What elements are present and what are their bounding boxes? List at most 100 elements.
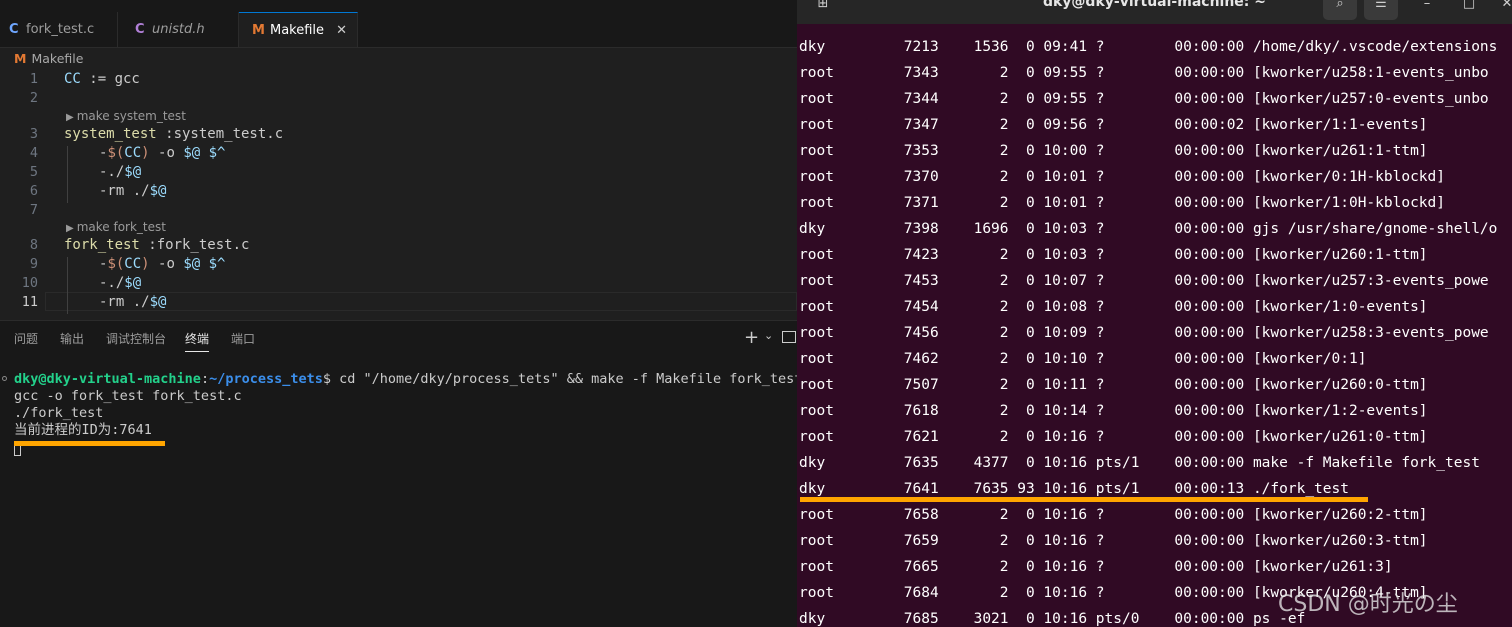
indent-guide bbox=[67, 257, 68, 314]
make-prereq: :fork_test.c bbox=[139, 237, 250, 253]
terminal-output[interactable]: dky@dky-virtual-machine:~/process_tets$ … bbox=[14, 371, 797, 439]
ps-row: root 7453 2 0 10:07 ? 00:00:00 [kworker/… bbox=[799, 273, 1489, 289]
token: $@ bbox=[124, 275, 142, 291]
ps-row: dky 7213 1536 0 09:41 ? 00:00:00 /home/d… bbox=[799, 39, 1498, 55]
ps-row: root 7621 2 0 10:16 ? 00:00:00 [kworker/… bbox=[799, 429, 1428, 445]
var-name: CC bbox=[64, 71, 81, 87]
token: -rm ./ bbox=[99, 183, 150, 199]
panel-tab-ports[interactable]: 端口 bbox=[231, 331, 255, 347]
panel-tab-output[interactable]: 输出 bbox=[60, 331, 84, 347]
code-line[interactable]: -$(CC) -o $@ $^ bbox=[99, 255, 225, 274]
highlight-underline bbox=[800, 497, 1368, 502]
ps-row: dky 7635 4377 0 10:16 pts/1 00:00:00 mak… bbox=[799, 455, 1480, 471]
play-icon: ▶ bbox=[66, 112, 74, 123]
ps-row: root 7507 2 0 10:11 ? 00:00:00 [kworker/… bbox=[799, 377, 1428, 393]
make-prereq: :system_test.c bbox=[156, 126, 284, 142]
new-terminal-icon[interactable]: + bbox=[744, 327, 759, 348]
ps-row: root 7353 2 0 10:00 ? 00:00:00 [kworker/… bbox=[799, 143, 1428, 159]
line-number: 5 bbox=[29, 164, 38, 180]
codelens-label: make fork_test bbox=[76, 220, 166, 234]
tab-fork-test-c[interactable]: C fork_test.c bbox=[0, 12, 118, 47]
token: -./ bbox=[99, 275, 125, 291]
command-decoration-icon bbox=[2, 376, 7, 381]
prompt-command: $ cd "/home/dky/process_tets" && make -f… bbox=[322, 371, 797, 387]
code-line[interactable]: -rm ./$@ bbox=[99, 182, 166, 201]
panel-tab-debug-console[interactable]: 调试控制台 bbox=[106, 331, 166, 347]
panel-tab-problems[interactable]: 问题 bbox=[14, 331, 38, 347]
codelens-make-system-test[interactable]: ▶ make system_test bbox=[66, 109, 186, 125]
token: $@ bbox=[149, 294, 167, 310]
ps-row: root 7344 2 0 09:55 ? 00:00:00 [kworker/… bbox=[799, 91, 1489, 107]
breadcrumb[interactable]: M Makefile bbox=[14, 51, 83, 66]
menu-icon[interactable]: ☰ bbox=[1364, 0, 1398, 20]
token: -o bbox=[149, 145, 184, 161]
token: -o bbox=[149, 256, 184, 272]
search-icon[interactable]: ⌕ bbox=[1323, 0, 1357, 20]
ps-row: root 7456 2 0 10:09 ? 00:00:00 [kworker/… bbox=[799, 325, 1489, 341]
makefile-icon: M bbox=[14, 51, 27, 66]
tab-label: Makefile bbox=[270, 23, 325, 38]
title-strip bbox=[0, 0, 797, 12]
terminal-cursor bbox=[14, 445, 21, 456]
tab-label: unistd.h bbox=[152, 22, 205, 37]
panel-tab-terminal[interactable]: 终端 bbox=[185, 331, 210, 352]
ps-row: root 7665 2 0 10:16 ? 00:00:00 [kworker/… bbox=[799, 559, 1393, 575]
token: $@ bbox=[149, 183, 167, 199]
ps-row: root 7370 2 0 10:01 ? 00:00:00 [kworker/… bbox=[799, 169, 1446, 185]
tab-label: fork_test.c bbox=[26, 22, 95, 37]
ps-row: root 7423 2 0 10:03 ? 00:00:00 [kworker/… bbox=[799, 247, 1428, 263]
breadcrumb-label: Makefile bbox=[31, 51, 84, 66]
tab-makefile[interactable]: M Makefile ✕ bbox=[239, 12, 358, 47]
line-number: 3 bbox=[29, 126, 38, 142]
token: $( bbox=[107, 145, 125, 161]
ps-row: root 7371 2 0 10:01 ? 00:00:00 [kworker/… bbox=[799, 195, 1446, 211]
c-file-icon: C bbox=[9, 22, 19, 37]
prompt-path: ~/process_tets bbox=[209, 371, 323, 387]
line-number: 1 bbox=[29, 71, 38, 87]
code-line[interactable]: -rm ./$@ bbox=[99, 293, 166, 312]
ps-row: root 7343 2 0 09:55 ? 00:00:00 [kworker/… bbox=[799, 65, 1489, 81]
code-line[interactable]: fork_test :fork_test.c bbox=[64, 236, 249, 255]
terminal-icon[interactable] bbox=[782, 331, 796, 343]
bottom-panel: 问题 输出 调试控制台 终端 端口 + ⌄ dky@dky-virtual-ma… bbox=[0, 320, 797, 627]
terminal-line: ./fork_test bbox=[14, 405, 104, 421]
token: -./ bbox=[99, 164, 125, 180]
line-number: 6 bbox=[29, 183, 38, 199]
token: $^ bbox=[208, 256, 226, 272]
play-icon: ▶ bbox=[66, 223, 74, 234]
make-target: fork_test bbox=[64, 237, 140, 253]
editor-tab-bar: C fork_test.c C unistd.h M Makefile ✕ bbox=[0, 12, 797, 48]
code-line[interactable]: CC := gcc bbox=[64, 70, 140, 89]
ps-row: root 7658 2 0 10:16 ? 00:00:00 [kworker/… bbox=[799, 507, 1428, 523]
line-number: 9 bbox=[29, 256, 38, 272]
token: $^ bbox=[208, 145, 226, 161]
terminal-title-bar: ⊞ dky@dky-virtual-machine: ~ ⌕ ☰ – □ ✕ bbox=[797, 0, 1512, 24]
minimize-icon[interactable]: – bbox=[1417, 0, 1437, 20]
watermark: CSDN @时光の尘 bbox=[1278, 592, 1458, 617]
ps-output[interactable]: dky 7213 1536 0 09:41 ? 00:00:00 /home/d… bbox=[799, 34, 1497, 627]
token: $@ bbox=[183, 256, 201, 272]
window-title: dky@dky-virtual-machine: ~ bbox=[1042, 0, 1267, 10]
tab-unistd-h[interactable]: C unistd.h bbox=[118, 12, 239, 47]
close-icon[interactable]: ✕ bbox=[336, 13, 347, 48]
chevron-down-icon[interactable]: ⌄ bbox=[764, 329, 773, 342]
code-line[interactable]: -$(CC) -o $@ $^ bbox=[99, 144, 225, 163]
code-line[interactable]: -./$@ bbox=[99, 163, 141, 182]
ps-row: root 7618 2 0 10:14 ? 00:00:00 [kworker/… bbox=[799, 403, 1428, 419]
close-icon[interactable]: ✕ bbox=[1497, 0, 1512, 20]
line-number: 8 bbox=[29, 237, 38, 253]
token: -rm ./ bbox=[99, 294, 150, 310]
gnome-terminal-window: ⊞ dky@dky-virtual-machine: ~ ⌕ ☰ – □ ✕ d… bbox=[797, 0, 1512, 627]
assignment: := gcc bbox=[80, 71, 140, 87]
codelens-make-fork-test[interactable]: ▶ make fork_test bbox=[66, 220, 166, 236]
code-line[interactable]: system_test :system_test.c bbox=[64, 125, 283, 144]
ps-row: root 7659 2 0 10:16 ? 00:00:00 [kworker/… bbox=[799, 533, 1428, 549]
code-line[interactable]: -./$@ bbox=[99, 274, 141, 293]
c-header-icon: C bbox=[135, 22, 145, 37]
token: ) bbox=[141, 256, 150, 272]
terminal-line: 当前进程的ID为:7641 bbox=[14, 422, 152, 438]
token: $( bbox=[107, 256, 125, 272]
maximize-icon[interactable]: □ bbox=[1459, 0, 1479, 20]
